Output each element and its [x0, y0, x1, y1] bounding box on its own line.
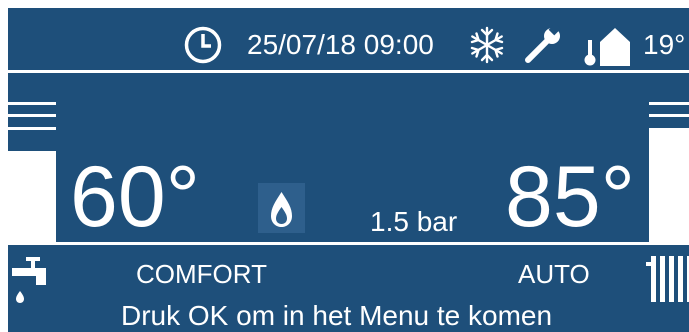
dhw-level-gauge	[8, 102, 56, 245]
pressure-value: 1.5 bar	[370, 206, 458, 237]
snowflake-icon	[467, 25, 507, 65]
heating-level-gauge	[649, 102, 689, 245]
dhw-temperature: 60°	[70, 149, 201, 245]
clock-icon	[183, 25, 223, 65]
dhw-level-fill	[8, 151, 56, 245]
wrench-icon	[523, 23, 563, 65]
radiator-icon	[646, 252, 689, 304]
menu-hint-message: Druk OK om in het Menu te komen	[121, 300, 553, 331]
heating-temperature: 85°	[505, 149, 636, 245]
outdoor-thermometer-icon	[582, 22, 638, 66]
heating-mode: AUTO	[518, 259, 590, 289]
heating-level-fill	[649, 128, 689, 245]
datetime-label: 25/07/18 09:00	[247, 29, 434, 60]
flame-icon	[258, 183, 305, 233]
outside-temperature: 19°	[643, 29, 686, 60]
tap-icon	[12, 252, 52, 308]
main-divider	[8, 242, 689, 245]
dhw-mode: COMFORT	[136, 259, 267, 289]
boiler-display: 25/07/18 09:00 19° 60° 1.5 bar 85° COMFO…	[8, 8, 689, 332]
status-divider	[8, 70, 689, 73]
